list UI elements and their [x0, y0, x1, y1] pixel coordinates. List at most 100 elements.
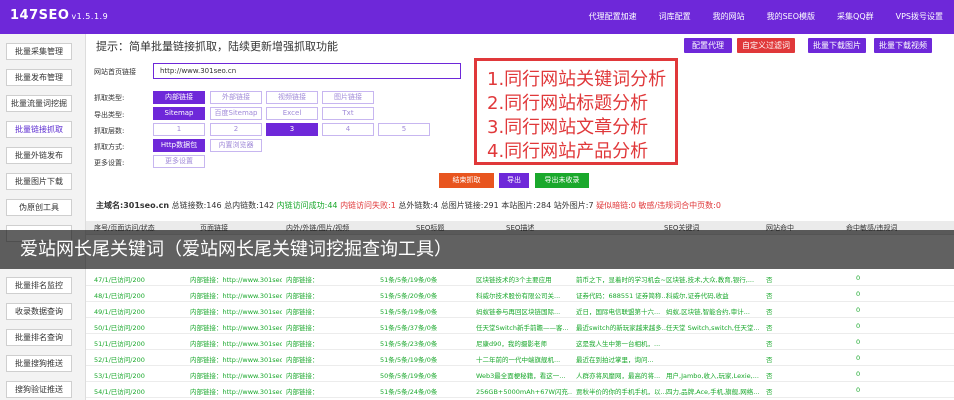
- table-cell: 内部链接：: [286, 340, 319, 348]
- more-settings-button[interactable]: 更多设置: [153, 155, 205, 168]
- site-images: 本站图片:284: [501, 201, 552, 210]
- table-cell: 任天堂 Switch,switch,任天堂...: [666, 324, 760, 332]
- fetch-type-internal[interactable]: 内部链接: [153, 91, 205, 104]
- table-cell: 内部链接：http://www.301seo.cn/: [190, 372, 282, 380]
- table-cell: 256GB+5000mAh+67W闪充...: [476, 388, 572, 396]
- table-cell: 0: [856, 338, 861, 346]
- export-type-label: 导出类型:: [94, 111, 125, 119]
- analysis-panel: 1.同行网站关键词分析 2.同行网站标题分析 3.同行网站文章分析 4.同行网站…: [474, 58, 678, 165]
- table-cell: 四力,品牌,Ace,手机,旗舰,网络...: [666, 388, 760, 396]
- table-row[interactable]: 48/1/已访问/200 内部链接：http://www.301seo.cn/内部…: [86, 287, 954, 302]
- sidebar-item-traffic-words[interactable]: 批量流量词挖掘: [6, 95, 72, 112]
- export-type-txt[interactable]: Txt: [322, 107, 374, 120]
- table-cell: 50/1/已访问/200: [94, 324, 145, 332]
- fetch-mode-http[interactable]: Http数据包: [153, 139, 205, 152]
- sidebar: 批量采集管理 批量发布管理 批量流量词挖掘 批量链接抓取 批量外链发布 批量图片…: [0, 34, 86, 400]
- table-row[interactable]: 51/1/已访问/200 内部链接：http://www.301seo.cn/内部…: [86, 335, 954, 350]
- table-cell: 最近switch的新玩家越来越多...: [576, 324, 668, 332]
- table-cell: 0: [856, 290, 861, 298]
- sidebar-item-sogou-push[interactable]: 批量搜狗推送: [6, 355, 72, 372]
- fetch-count-5[interactable]: 5: [378, 123, 430, 136]
- table-cell: 蚂蚁链参与再回区块链国际...: [476, 308, 561, 316]
- table-cell: 内部链接：http://www.301seo.cn/: [190, 276, 282, 284]
- fetch-count-1[interactable]: 1: [153, 123, 205, 136]
- fetch-type-video[interactable]: 视频链接: [266, 91, 318, 104]
- logo-text: 147SEO: [10, 8, 70, 23]
- table-cell: 否: [766, 388, 773, 396]
- sidebar-item-link-crawl[interactable]: 批量链接抓取: [6, 121, 72, 138]
- table-cell: 区块链,技术,大众,教育,银行,...: [666, 276, 755, 284]
- nav-proxy-config[interactable]: 代理配置加速: [578, 0, 648, 34]
- url-label: 网站首页链接: [94, 68, 136, 76]
- table-cell: 科威尔技术股份有限公司关...: [476, 292, 561, 300]
- sidebar-item-rank-query[interactable]: 批量排名查询: [6, 329, 72, 346]
- external-links: 总外链数:4: [398, 201, 439, 210]
- table-cell: 尼康d90，我的摄影老师: [476, 340, 547, 348]
- table-cell: 这是我人生中第一台相机，...: [576, 340, 661, 348]
- sidebar-item-batch-collect[interactable]: 批量采集管理: [6, 43, 72, 60]
- fetch-count-4[interactable]: 4: [322, 123, 374, 136]
- download-videos-button[interactable]: 批量下载视频: [874, 38, 932, 53]
- panel-line-keywords: 1.同行网站关键词分析: [487, 69, 667, 90]
- table-cell: 49/1/已访问/200: [94, 308, 145, 316]
- top-nav: 代理配置加速 词库配置 我的网站 我的SEO模版 采集QQ群 VPS拨号设置: [578, 0, 954, 34]
- nav-vps-settings[interactable]: VPS拨号设置: [885, 0, 954, 34]
- table-cell: 内部链接：http://www.301seo.cn/: [190, 356, 282, 364]
- table-row[interactable]: 47/1/已访问/200 内部链接：http://www.301seo.cn/内部…: [86, 271, 954, 286]
- export-button[interactable]: 导出: [499, 173, 529, 188]
- table-cell: 53/1/已访问/200: [94, 372, 145, 380]
- config-proxy-button[interactable]: 配置代理: [684, 38, 732, 53]
- table-cell: 51/1/已访问/200: [94, 340, 145, 348]
- table-cell: 蚂蚁,区块链,智能合约,审计...: [666, 308, 750, 316]
- suspect-links: 疑似暗链:0: [596, 201, 636, 210]
- table-row[interactable]: 50/1/已访问/200 内部链接：http://www.301seo.cn/内部…: [86, 319, 954, 334]
- table-cell: 区块链技术的3个主要应用: [476, 276, 552, 284]
- table-cell: 前币之下，显着时的学习机会~: [576, 276, 666, 284]
- sidebar-item-batch-publish[interactable]: 批量发布管理: [6, 69, 72, 86]
- table-cell: 最近在到拍过掌里，询问...: [576, 356, 654, 364]
- table-row[interactable]: 52/1/已访问/200 内部链接：http://www.301seo.cn/内部…: [86, 351, 954, 366]
- nav-lexicon-config[interactable]: 词库配置: [648, 0, 702, 34]
- fetch-type-external[interactable]: 外部链接: [210, 91, 262, 104]
- table-row[interactable]: 54/1/已访问/200 内部链接：http://www.301seo.cn/内部…: [86, 383, 954, 398]
- table-cell: 内部链接：: [286, 372, 319, 380]
- export-type-sitemap[interactable]: Sitemap: [153, 107, 205, 120]
- table-cell: 内部链接：http://www.301seo.cn/: [190, 308, 282, 316]
- fetch-count-2[interactable]: 2: [210, 123, 262, 136]
- table-cell: 内部链接：: [286, 292, 319, 300]
- site-url-input[interactable]: http://www.301seo.cn: [153, 63, 461, 79]
- sidebar-item-sogou-verify[interactable]: 搜狗验证推送: [6, 381, 72, 398]
- fetch-type-label: 抓取类型:: [94, 94, 125, 102]
- table-cell: Web3最全面梗秘籍，看这一...: [476, 372, 566, 380]
- table-cell: 否: [766, 292, 773, 300]
- sidebar-item-pseudo-original[interactable]: 伪原创工具: [6, 199, 72, 216]
- image-links: 总图片链接:291: [440, 201, 499, 210]
- nav-qq-group[interactable]: 采集QQ群: [826, 0, 885, 34]
- fetch-count-3[interactable]: 3: [266, 123, 318, 136]
- custom-filter-button[interactable]: 自定义过滤词: [737, 38, 795, 53]
- nav-seo-template[interactable]: 我的SEO模版: [756, 0, 826, 34]
- download-images-button[interactable]: 批量下载图片: [808, 38, 866, 53]
- table-cell: 54/1/已访问/200: [94, 388, 145, 396]
- table-cell: 内部链接：http://www.301seo.cn/: [190, 324, 282, 332]
- stop-crawl-button[interactable]: 结束抓取: [439, 173, 494, 188]
- table-cell: 证券代码：688551 证券简称...: [576, 292, 668, 300]
- export-unindexed-button[interactable]: 导出未收录: [535, 173, 589, 188]
- export-type-excel[interactable]: Excel: [266, 107, 318, 120]
- sidebar-item-image-download[interactable]: 批量图片下载: [6, 173, 72, 190]
- fetch-mode-browser[interactable]: 内置浏览器: [210, 139, 262, 152]
- sidebar-item-external-links[interactable]: 批量外链发布: [6, 147, 72, 164]
- table-cell: 否: [766, 340, 773, 348]
- export-type-baidu-sitemap[interactable]: 百度Sitemap: [210, 107, 262, 120]
- app-logo: 147SEO v1.5.1.9: [10, 8, 108, 23]
- table-cell: 0: [856, 306, 861, 314]
- article-title-banner: 爱站网长尾关键词（爱站网长尾关键词挖掘查询工具）: [0, 230, 954, 269]
- sidebar-item-index-query[interactable]: 收录数据查询: [6, 303, 72, 320]
- table-row[interactable]: 53/1/已访问/200 内部链接：http://www.301seo.cn/内部…: [86, 367, 954, 382]
- fetch-type-image[interactable]: 图片链接: [322, 91, 374, 104]
- table-cell: 51条/5条/19条/0条: [380, 356, 438, 364]
- table-row[interactable]: 49/1/已访问/200 内部链接：http://www.301seo.cn/内部…: [86, 303, 954, 318]
- sidebar-item-rank-monitor[interactable]: 批量排名监控: [6, 277, 72, 294]
- nav-my-sites[interactable]: 我的网站: [702, 0, 756, 34]
- crawl-summary: 主域名:301seo.cn 总链接数:146 总内链数:142 内链访问成功:4…: [96, 200, 721, 211]
